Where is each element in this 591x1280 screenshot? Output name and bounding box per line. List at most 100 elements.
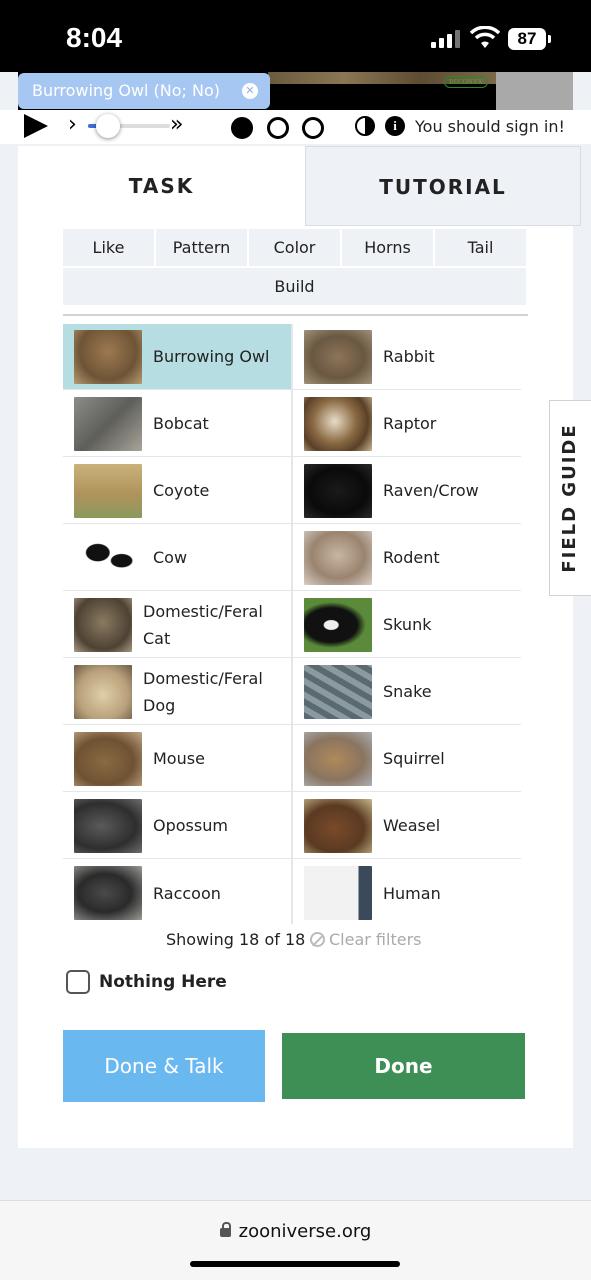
species-snake[interactable]: Snake [293,659,521,725]
camera-brand-logo: RECONYX [444,76,488,88]
filter-pattern[interactable]: Pattern [156,229,247,266]
field-guide-tab[interactable]: FIELD GUIDE [549,400,591,596]
species-rabbit[interactable]: Rabbit [293,324,521,390]
species-human[interactable]: Human [293,860,521,926]
done-button[interactable]: Done [282,1033,525,1099]
species-label: Bobcat [153,414,209,433]
opossum-photo [74,798,142,853]
clear-filters-link[interactable]: Clear filters [310,930,421,949]
species-skunk[interactable]: Skunk [293,592,521,658]
tab-task[interactable]: TASK [18,146,305,226]
play-icon[interactable] [24,114,48,138]
rabbit-photo [304,329,372,384]
home-indicator[interactable] [190,1261,400,1267]
species-label: Skunk [383,615,432,634]
nothing-here-checkbox[interactable] [66,970,90,994]
squirrel-photo [304,731,372,786]
sign-in-notice[interactable]: You should sign in! [415,117,565,136]
clear-filters-label: Clear filters [329,930,422,949]
species-raven-crow[interactable]: Raven/Crow [293,458,521,524]
results-count: Showing 18 of 18 [166,930,306,949]
tab-tutorial[interactable]: TUTORIAL [305,146,581,226]
filter-tail[interactable]: Tail [435,229,526,266]
weasel-photo [304,798,372,853]
species-squirrel[interactable]: Squirrel [293,726,521,792]
step-forward-icon[interactable]: › [68,112,77,137]
filter-build[interactable]: Build [63,268,526,305]
url-text: zooniverse.org [238,1221,372,1242]
species-label: Burrowing Owl [153,347,270,366]
species-label: Squirrel [383,749,445,768]
mouse-photo [74,731,142,786]
species-label: Opossum [153,816,228,835]
snake-photo [304,664,372,719]
nothing-here-label: Nothing Here [99,972,227,992]
filter-color[interactable]: Color [249,229,340,266]
cat-photo [74,597,132,652]
species-label: Raccoon [153,883,221,903]
contrast-icon[interactable] [355,116,375,136]
raven-photo [304,463,372,518]
done-and-talk-button[interactable]: Done & Talk [63,1030,265,1102]
burrowing-owl-photo [74,329,142,384]
species-label: Rabbit [383,347,435,366]
species-mouse[interactable]: Mouse [63,726,291,792]
species-opossum[interactable]: Opossum [63,793,291,859]
species-label: Domestic/Feral Cat [143,601,263,648]
species-label: Coyote [153,481,210,500]
rodent-photo [304,530,372,585]
url-field[interactable]: zooniverse.org [0,1221,591,1242]
slider-handle[interactable] [96,114,120,138]
cell-signal-icon [431,30,461,48]
filter-bar: Like Pattern Color Horns Tail Build [63,229,526,307]
fast-forward-icon[interactable]: » [170,112,183,137]
clock: 8:04 [66,22,123,53]
species-label: Weasel [383,816,441,835]
cow-photo [74,530,142,585]
info-icon[interactable]: i [385,116,405,136]
raptor-photo [304,396,372,451]
coyote-photo [74,463,142,518]
status-bar: 8:04 87 [0,0,591,72]
species-bobcat[interactable]: Bobcat [63,391,291,457]
remove-chip-icon[interactable]: ✕ [242,83,258,99]
nothing-here-option[interactable]: Nothing Here [66,970,227,994]
frame-dot-1[interactable] [231,117,253,139]
species-cow[interactable]: Cow [63,525,291,591]
species-weasel[interactable]: Weasel [293,793,521,859]
species-label: Human [383,883,441,903]
species-label: Rodent [383,548,440,567]
filter-horns[interactable]: Horns [342,229,433,266]
bobcat-photo [74,396,142,451]
selected-species-chip[interactable]: Burrowing Owl (No; No) ✕ [18,73,270,109]
raccoon-photo [74,866,142,920]
species-coyote[interactable]: Coyote [63,458,291,524]
species-label: Raven/Crow [383,481,479,500]
filter-like[interactable]: Like [63,229,154,266]
dog-photo [74,664,132,719]
lock-icon [219,1222,231,1237]
species-domestic-cat[interactable]: Domestic/Feral Cat [63,592,291,658]
species-burrowing-owl[interactable]: Burrowing Owl [63,324,291,390]
species-label: Mouse [153,749,205,768]
chip-label: Burrowing Owl (No; No) [32,81,221,100]
species-rodent[interactable]: Rodent [293,525,521,591]
species-label: Domestic/Feral Dog [143,668,263,715]
skunk-photo [304,597,372,652]
ban-icon [310,932,325,947]
wifi-icon [470,26,500,48]
battery-icon: 87 [508,28,551,50]
species-label: Snake [383,682,432,701]
classifier-panel: TASK TUTORIAL Like Pattern Color Horns T… [18,146,581,1148]
playback-controls: › » i You should sign in! [0,110,591,144]
species-domestic-dog[interactable]: Domestic/Feral Dog [63,659,291,725]
species-raccoon[interactable]: Raccoon [63,860,291,926]
species-raptor[interactable]: Raptor [293,391,521,457]
species-label: Cow [153,548,188,567]
frame-dot-3[interactable] [302,117,324,139]
species-label: Raptor [383,414,437,433]
frame-dot-2[interactable] [267,117,289,139]
human-photo [304,866,372,920]
field-guide-label: FIELD GUIDE [559,423,580,573]
browser-address-bar: zooniverse.org [0,1200,591,1280]
